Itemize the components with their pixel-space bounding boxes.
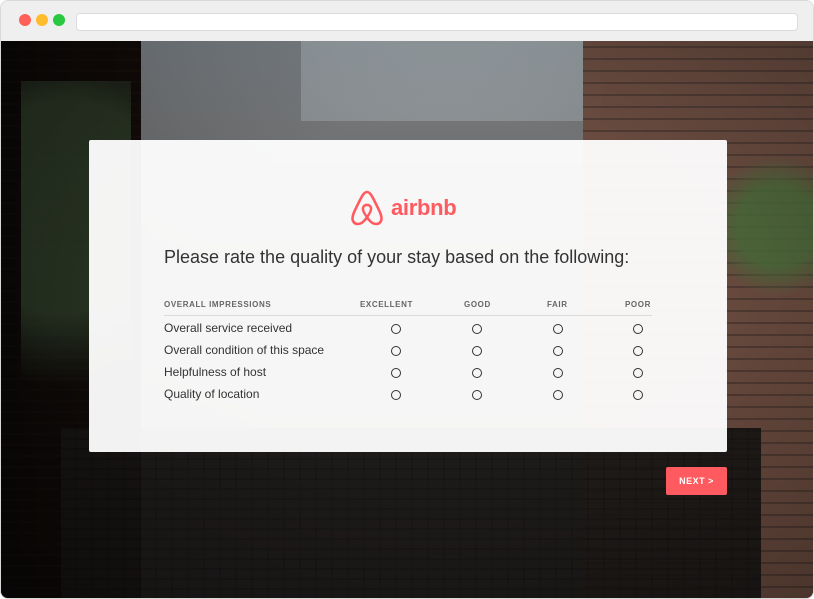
- column-header-excellent: EXCELLENT: [360, 300, 413, 309]
- rating-row-label: Overall condition of this space: [164, 343, 325, 357]
- radio-poor[interactable]: [633, 368, 643, 378]
- survey-card: airbnb Please rate the quality of your s…: [89, 140, 727, 452]
- browser-window: airbnb Please rate the quality of your s…: [0, 0, 814, 599]
- column-header-poor: POOR: [625, 300, 651, 309]
- airbnb-belo-icon: [351, 190, 383, 226]
- radio-fair[interactable]: [553, 346, 563, 356]
- radio-good[interactable]: [472, 368, 482, 378]
- radio-excellent[interactable]: [391, 368, 401, 378]
- close-window-dot[interactable]: [19, 14, 31, 26]
- radio-fair[interactable]: [553, 368, 563, 378]
- survey-question: Please rate the quality of your stay bas…: [164, 247, 630, 267]
- next-button[interactable]: NEXT >: [666, 467, 727, 495]
- radio-excellent[interactable]: [391, 390, 401, 400]
- rating-table: OVERALL IMPRESSIONS EXCELLENT GOOD FAIR …: [164, 298, 652, 404]
- rating-row-host: Helpfulness of host: [164, 360, 652, 382]
- rating-row-service: Overall service received: [164, 316, 652, 338]
- minimize-window-dot[interactable]: [36, 14, 48, 26]
- radio-excellent[interactable]: [391, 346, 401, 356]
- radio-good[interactable]: [472, 324, 482, 334]
- rating-row-label: Helpfulness of host: [164, 365, 267, 379]
- radio-poor[interactable]: [633, 390, 643, 400]
- column-header-good: GOOD: [464, 300, 491, 309]
- column-header-fair: FAIR: [547, 300, 568, 309]
- radio-good[interactable]: [472, 346, 482, 356]
- radio-good[interactable]: [472, 390, 482, 400]
- brand-name: airbnb: [391, 195, 457, 220]
- radio-poor[interactable]: [633, 346, 643, 356]
- rating-row-label: Quality of location: [164, 387, 260, 401]
- page-content: airbnb Please rate the quality of your s…: [1, 41, 813, 598]
- rating-row-condition: Overall condition of this space: [164, 338, 652, 360]
- rating-table-header: OVERALL IMPRESSIONS EXCELLENT GOOD FAIR …: [164, 298, 652, 316]
- address-bar[interactable]: [76, 13, 798, 31]
- rating-row-label: Overall service received: [164, 321, 293, 335]
- title-bar: [1, 1, 813, 42]
- radio-fair[interactable]: [553, 324, 563, 334]
- radio-excellent[interactable]: [391, 324, 401, 334]
- rating-row-location: Quality of location: [164, 382, 652, 404]
- brand-logo: airbnb: [349, 188, 457, 228]
- radio-poor[interactable]: [633, 324, 643, 334]
- radio-fair[interactable]: [553, 390, 563, 400]
- maximize-window-dot[interactable]: [53, 14, 65, 26]
- column-header-impressions: OVERALL IMPRESSIONS: [164, 300, 272, 309]
